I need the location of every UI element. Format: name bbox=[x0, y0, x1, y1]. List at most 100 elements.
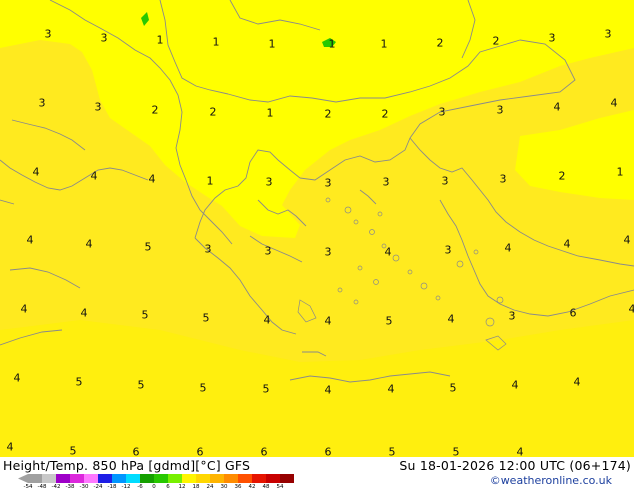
colorbar-tick-label: -42 bbox=[51, 484, 61, 490]
isotherm-value: 4 bbox=[263, 313, 271, 327]
isotherm-value: 1 bbox=[268, 37, 276, 51]
isotherm-value: 4 bbox=[447, 312, 455, 326]
colorbar-segment bbox=[224, 474, 238, 483]
colorbar-tick-label: 18 bbox=[192, 484, 200, 490]
isotherm-value: 4 bbox=[553, 100, 561, 114]
isotherm-value: 1 bbox=[616, 165, 624, 179]
colorbar-segment bbox=[182, 474, 196, 483]
colorbar-tick-label: 6 bbox=[166, 484, 170, 490]
isotherm-value: 2 bbox=[324, 107, 332, 121]
isotherm-value: 2 bbox=[436, 36, 444, 50]
isotherm-value: 5 bbox=[202, 311, 210, 325]
colorbar-tick-label: -38 bbox=[65, 484, 75, 490]
isotherm-value: 3 bbox=[38, 96, 46, 110]
isotherm-value: 2 bbox=[209, 105, 217, 119]
colorbar-segment bbox=[140, 474, 154, 483]
isotherm-value: 1 bbox=[206, 174, 214, 188]
colorbar-segment bbox=[70, 474, 84, 483]
isotherm-value: 4 bbox=[26, 233, 34, 247]
colorbar-segment bbox=[84, 474, 98, 483]
colorbar-segment bbox=[252, 474, 266, 483]
isotherm-value: 1 bbox=[328, 37, 336, 51]
isotherm-value: 6 bbox=[324, 445, 332, 458]
isotherm-value: 3 bbox=[499, 172, 507, 186]
isotherm-value: 3 bbox=[324, 245, 332, 259]
isotherm-value: 1 bbox=[380, 37, 388, 51]
colorbar-tick-label: 36 bbox=[234, 484, 242, 490]
colorbar-labels: -54 -48 -42 -38 -30 -24 -18 -12 -6 0 6 12 18 24 30 36 42… bbox=[18, 484, 298, 490]
colorbar-segment bbox=[238, 474, 252, 483]
isotherm-value: 4 bbox=[610, 96, 618, 110]
colorbar-segment bbox=[210, 474, 224, 483]
isotherm-value: 1 bbox=[212, 35, 220, 49]
isotherm-value: 4 bbox=[384, 245, 392, 259]
isotherm-value: 2 bbox=[492, 34, 500, 48]
colorbar-segment bbox=[98, 474, 112, 483]
isotherm-value: 3 bbox=[441, 174, 449, 188]
isotherm-value: 4 bbox=[32, 165, 40, 179]
isotherm-value: 3 bbox=[604, 27, 612, 41]
colorbar-tick-label: 30 bbox=[220, 484, 228, 490]
isotherm-value: 2 bbox=[381, 107, 389, 121]
isotherm-value: 3 bbox=[94, 100, 102, 114]
isotherm-value: 6 bbox=[132, 445, 140, 458]
isotherm-value: 4 bbox=[623, 233, 631, 247]
isotherm-value: 6 bbox=[196, 445, 204, 458]
colorbar-segment bbox=[126, 474, 140, 483]
isotherm-value: 2 bbox=[151, 103, 159, 117]
colorbar-segment bbox=[196, 474, 210, 483]
isotherm-value: 5 bbox=[75, 375, 83, 389]
credit-link[interactable]: ©weatheronline.co.uk bbox=[490, 474, 612, 487]
isotherm-value: 5 bbox=[141, 308, 149, 322]
colorbar-segment bbox=[28, 474, 42, 483]
isotherm-value: 5 bbox=[385, 314, 393, 328]
colorbar bbox=[18, 474, 294, 483]
isotherm-value: 4 bbox=[628, 302, 634, 316]
colorbar-arrow-left bbox=[18, 474, 28, 483]
colorbar-tick-label: 54 bbox=[276, 484, 284, 490]
weather-map: 3 3 1 1 1 1 1 2 2 3 3 3 3 2 2 1 2 2 3 3 4 4 4 4 4 1 3 3 3 3 3 2 1 4 4 5 3 3 3 4… bbox=[0, 0, 634, 457]
colorbar-tick-label: -12 bbox=[121, 484, 131, 490]
colorbar-tick-label: 24 bbox=[206, 484, 214, 490]
map-canvas bbox=[0, 0, 634, 457]
isotherm-value: 5 bbox=[137, 378, 145, 392]
isotherm-value: 5 bbox=[69, 444, 77, 457]
colorbar-tick-label: -18 bbox=[107, 484, 117, 490]
isotherm-value: 3 bbox=[508, 309, 516, 323]
colorbar-tick-label: -24 bbox=[93, 484, 103, 490]
isotherm-value: 3 bbox=[265, 175, 273, 189]
isotherm-value: 3 bbox=[324, 176, 332, 190]
isotherm-value: 1 bbox=[156, 33, 164, 47]
isotherm-value: 5 bbox=[452, 445, 460, 458]
isotherm-value: 4 bbox=[511, 378, 519, 392]
isotherm-value: 4 bbox=[6, 440, 14, 454]
isotherm-value: 4 bbox=[573, 375, 581, 389]
colorbar-tick-label: 42 bbox=[248, 484, 256, 490]
colorbar-segment bbox=[280, 474, 294, 483]
isotherm-value: 3 bbox=[496, 103, 504, 117]
colorbar-tick-label: 12 bbox=[178, 484, 186, 490]
colorbar-segment bbox=[168, 474, 182, 483]
isotherm-value: 5 bbox=[388, 445, 396, 458]
isotherm-value: 5 bbox=[449, 381, 457, 395]
isotherm-value: 3 bbox=[438, 105, 446, 119]
isotherm-value: 4 bbox=[387, 382, 395, 396]
isotherm-value: 4 bbox=[13, 371, 21, 385]
colorbar-tick-label: -30 bbox=[79, 484, 89, 490]
map-title: Height/Temp. 850 hPa [gdmd][°C] GFS bbox=[3, 458, 251, 473]
isotherm-value: 3 bbox=[264, 244, 272, 258]
isotherm-value: 4 bbox=[516, 445, 524, 458]
colorbar-segment bbox=[42, 474, 56, 483]
colorbar-segment bbox=[154, 474, 168, 483]
isotherm-value: 6 bbox=[260, 445, 268, 458]
isotherm-value: 4 bbox=[80, 306, 88, 320]
isotherm-value: 3 bbox=[44, 27, 52, 41]
colorbar-tick-label: 48 bbox=[262, 484, 270, 490]
isotherm-value: 4 bbox=[85, 237, 93, 251]
isotherm-value: 4 bbox=[90, 169, 98, 183]
isotherm-value: 4 bbox=[324, 314, 332, 328]
colorbar-tick-label: -6 bbox=[137, 484, 143, 490]
isotherm-value: 4 bbox=[504, 241, 512, 255]
isotherm-value: 3 bbox=[100, 31, 108, 45]
colorbar-tick-label: 0 bbox=[152, 484, 156, 490]
